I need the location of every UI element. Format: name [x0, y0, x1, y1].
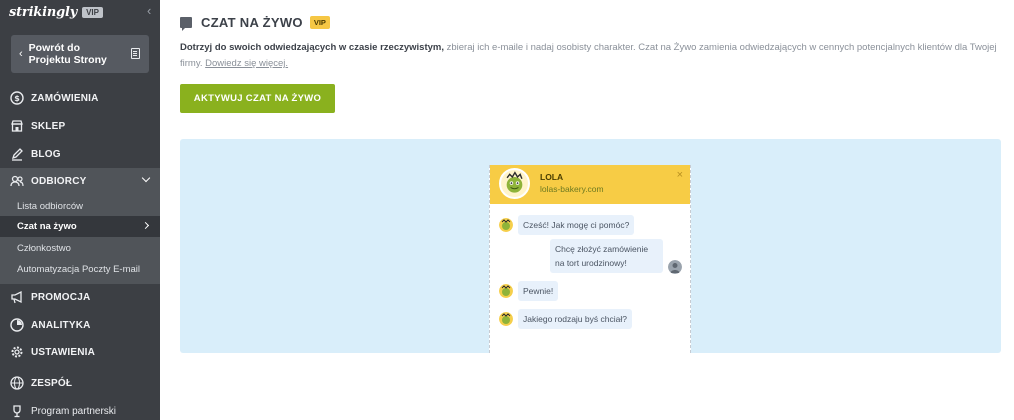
sidebar-item-promotion[interactable]: PROMOCJA	[0, 284, 160, 310]
sidebar-item-shop[interactable]: SKLEP	[0, 113, 160, 139]
audience-submenu: Lista odbiorców Czat na żywo Członkostwo…	[0, 194, 160, 284]
submenu-item-subscriber-list[interactable]: Lista odbiorców	[0, 198, 160, 214]
page-header: CZAT NA ŻYWO VIP	[180, 15, 330, 31]
chat-message: Jakiego rodzaju byś chciał?	[490, 309, 690, 329]
chat-message: Chcę złożyć zamówienie na tort urodzinow…	[490, 239, 690, 277]
collapse-sidebar-icon[interactable]: ‹	[147, 3, 151, 18]
description-lead: Dotrzyj do swoich odwiedzających w czasi…	[180, 42, 444, 53]
dollar-icon: $	[10, 91, 24, 105]
page-title: CZAT NA ŻYWO	[201, 15, 303, 30]
agent-name: LOLA	[540, 172, 564, 182]
agent-avatar-small	[499, 218, 513, 232]
sidebar-item-orders[interactable]: $ ZAMÓWIENIA	[0, 85, 160, 111]
brand-logo: strikingly	[9, 4, 78, 20]
submenu-item-label: Czat na żywo	[17, 221, 77, 232]
page-description: Dotrzyj do swoich odwiedzających w czasi…	[180, 40, 1000, 72]
sidebar-item-label: ANALITYKA	[31, 319, 91, 331]
sidebar-item-audience[interactable]: ODBIORCY	[0, 168, 160, 194]
sidebar-item-label: ZAMÓWIENIA	[31, 92, 99, 104]
chat-bubble-text: Jakiego rodzaju byś chciał?	[518, 309, 632, 329]
submenu-item-label: Członkostwo	[17, 242, 71, 254]
agent-website: lolas-bakery.com	[540, 184, 604, 194]
chat-widget-preview: LOLA lolas-bakery.com × Cześć! Jak mogę …	[489, 165, 691, 353]
back-to-editor-button[interactable]: ‹ Powrót do Projektu Strony	[11, 35, 149, 73]
submenu-item-membership[interactable]: Członkostwo	[0, 240, 160, 256]
chat-widget-header: LOLA lolas-bakery.com ×	[490, 165, 690, 204]
learn-more-link[interactable]: Dowiedz się więcej.	[205, 58, 288, 69]
sidebar: strikingly VIP ‹ ‹ Powrót do Projektu St…	[0, 0, 160, 420]
submenu-item-email-automation[interactable]: Automatyzacja Poczty E-mail	[0, 256, 140, 282]
sidebar-item-label: SKLEP	[31, 120, 66, 132]
agent-avatar-small	[499, 284, 513, 298]
sidebar-item-label: ODBIORCY	[31, 175, 87, 187]
main-content: CZAT NA ŻYWO VIP Dotrzyj do swoich odwie…	[160, 0, 1014, 420]
submenu-item-label: Lista odbiorców	[17, 200, 84, 212]
gear-icon	[10, 345, 24, 359]
chat-message: Pewnie!	[490, 281, 690, 301]
store-icon	[10, 119, 24, 133]
visitor-avatar	[668, 260, 682, 274]
agent-avatar-small	[499, 312, 513, 326]
chevron-down-icon	[141, 173, 151, 183]
back-button-label: Powrót do Projektu Strony	[28, 42, 107, 66]
submenu-item-label: Automatyzacja Poczty E-mail	[17, 263, 141, 275]
sidebar-item-label: BLOG	[31, 148, 61, 160]
svg-text:$: $	[14, 94, 20, 103]
sidebar-item-label: ZESPÓŁ	[31, 377, 73, 389]
app-window: strikingly VIP ‹ ‹ Powrót do Projektu St…	[0, 0, 1014, 420]
sidebar-item-partner-program[interactable]: Program partnerski	[0, 398, 160, 420]
sidebar-item-label: USTAWIENIA	[31, 346, 96, 358]
sidebar-item-label: PROMOCJA	[31, 291, 91, 303]
chat-bubble-icon	[180, 17, 192, 31]
sidebar-item-blog[interactable]: BLOG	[0, 141, 160, 167]
document-icon	[131, 48, 140, 59]
vip-badge: VIP	[82, 6, 103, 18]
clock-chart-icon	[10, 318, 24, 332]
close-icon[interactable]: ×	[677, 169, 683, 181]
agent-avatar	[499, 168, 530, 199]
pen-icon	[10, 147, 24, 161]
chat-bubble-text: Chcę złożyć zamówienie na tort urodzinow…	[550, 239, 663, 273]
chat-preview-panel: LOLA lolas-bakery.com × Cześć! Jak mogę …	[180, 139, 1001, 353]
activate-live-chat-button[interactable]: AKTYWUJ CZAT NA ŻYWO	[180, 84, 335, 113]
chat-message: Cześć! Jak mogę ci pomóc?	[490, 215, 690, 235]
trophy-icon	[10, 404, 24, 418]
sidebar-item-analytics[interactable]: ANALITYKA	[0, 312, 160, 338]
sidebar-item-label: Program partnerski	[31, 405, 117, 417]
chevron-left-icon: ‹	[19, 48, 23, 60]
chevron-right-icon	[141, 221, 150, 230]
megaphone-icon	[10, 290, 24, 304]
users-icon	[10, 174, 24, 188]
brand[interactable]: strikingly VIP	[9, 4, 103, 20]
sidebar-item-team[interactable]: ZESPÓŁ	[0, 370, 160, 396]
chat-bubble-text: Pewnie!	[518, 281, 559, 301]
chat-bubble-text: Cześć! Jak mogę ci pomóc?	[518, 215, 635, 235]
vip-badge: VIP	[309, 16, 330, 29]
sidebar-item-settings[interactable]: USTAWIENIA	[0, 339, 160, 365]
globe-icon	[10, 376, 24, 390]
submenu-item-live-chat[interactable]: Czat na żywo	[0, 216, 160, 237]
